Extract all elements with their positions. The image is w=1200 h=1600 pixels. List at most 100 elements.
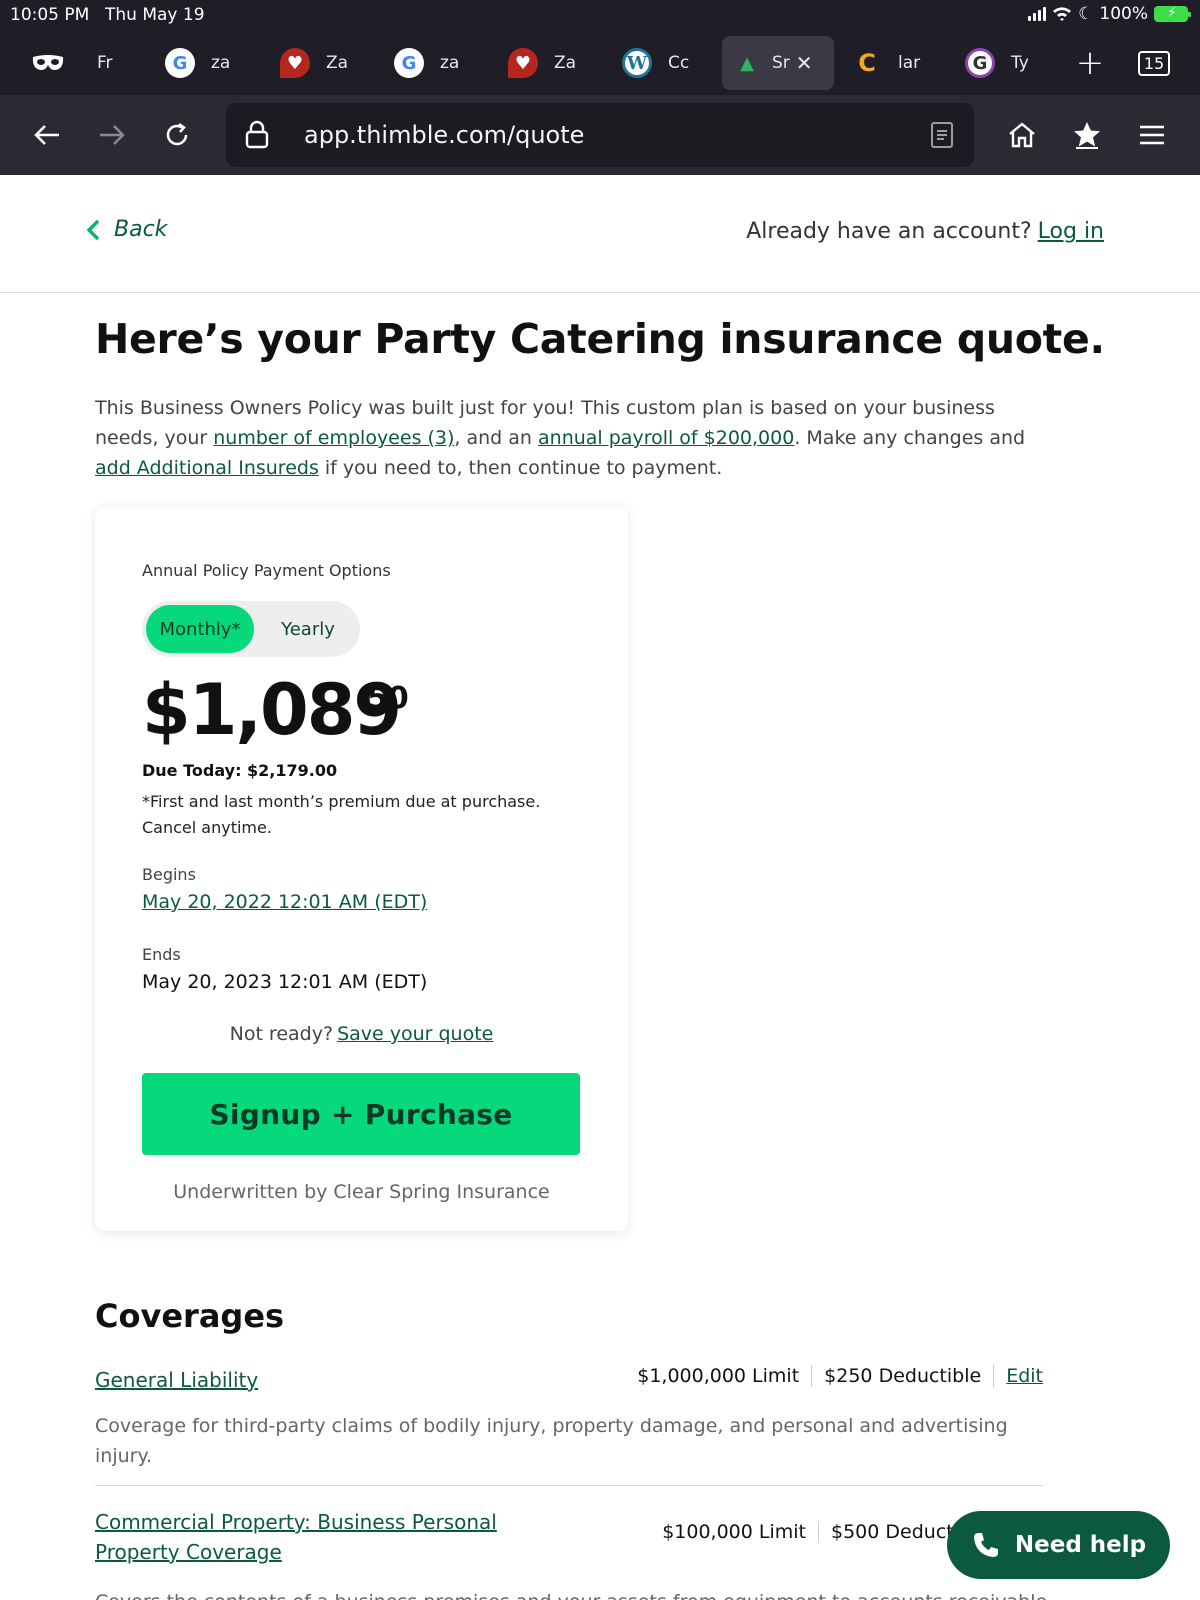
tab-6[interactable]: W Cc <box>622 36 689 90</box>
google-icon: G <box>394 48 424 78</box>
coverage-limit: $1,000,000 Limit <box>637 1365 800 1387</box>
battery-percent: 100% <box>1099 4 1148 24</box>
ends-date: May 20, 2023 12:01 AM (EDT) <box>142 971 428 993</box>
tab-count-button[interactable]: 15 <box>1136 36 1172 90</box>
tab-label: za <box>440 53 460 73</box>
status-indicators: ☾ 100% ⚡ <box>1028 4 1191 24</box>
signal-icon <box>1028 7 1047 21</box>
tab-8[interactable]: C lar <box>852 36 920 90</box>
status-date: Thu May 19 <box>105 5 205 25</box>
private-mask-icon[interactable] <box>28 36 68 90</box>
coverage-general-liability: General Liability $1,000,000 Limit $250 … <box>95 1365 1043 1475</box>
signup-purchase-button[interactable]: Signup + Purchase <box>142 1073 580 1155</box>
coverage-commercial-property: Commercial Property: Business Personal Pr… <box>95 1507 1053 1600</box>
due-today: Due Today: $2,179.00 <box>142 761 338 780</box>
back-arrow-icon[interactable] <box>27 115 67 155</box>
forward-arrow-icon[interactable] <box>92 115 132 155</box>
reload-icon[interactable] <box>157 115 197 155</box>
save-quote-link[interactable]: Save your quote <box>337 1023 493 1045</box>
url-bar[interactable]: app.thimble.com/quote <box>226 103 974 167</box>
need-help-label: Need help <box>1014 1532 1147 1558</box>
coverage-deductible: $500 Deducti <box>831 1521 959 1543</box>
back-link[interactable]: Back <box>86 217 167 242</box>
tab-4[interactable]: G za <box>394 36 459 90</box>
payment-frequency-toggle: Monthly* Yearly <box>142 601 360 657</box>
coverage-name-link[interactable]: General Liability <box>95 1365 258 1395</box>
intro-text: , and an <box>454 427 539 449</box>
google-g-icon: G <box>965 48 995 78</box>
tab-label: Sr <box>772 53 790 73</box>
need-help-button[interactable]: Need help <box>947 1511 1170 1579</box>
tab-7-active[interactable]: ▲ Sr ✕ <box>722 36 834 90</box>
tab-label: lar <box>898 53 921 73</box>
payroll-link[interactable]: annual payroll of $200,000 <box>538 427 794 449</box>
employees-link[interactable]: number of employees (3) <box>213 427 454 449</box>
tab-2[interactable]: G za <box>165 36 230 90</box>
intro-text: if you need to, then continue to payment… <box>318 457 723 479</box>
divider <box>818 1521 819 1543</box>
page-header: Back Already have an account? Log in <box>0 175 1200 293</box>
yearly-option[interactable]: Yearly <box>260 605 356 653</box>
wordpress-icon: W <box>622 48 652 78</box>
bookmark-star-icon[interactable] <box>1067 115 1107 155</box>
home-icon[interactable] <box>1002 115 1042 155</box>
colorful-c-icon: C <box>858 49 876 77</box>
menu-icon[interactable] <box>1132 115 1172 155</box>
tab-count: 15 <box>1137 50 1171 76</box>
save-quote-row: Not ready? Save your quote <box>95 1023 628 1045</box>
coverage-name-link[interactable]: Commercial Property: Business Personal Pr… <box>95 1507 497 1567</box>
account-prompt: Already have an account? Log in <box>746 219 1104 244</box>
price-cents: 50 <box>367 681 409 716</box>
chevron-left-icon <box>86 219 99 240</box>
browser-chrome: 10:05 PM Thu May 19 ☾ 100% ⚡ Fr G za ♥ Z… <box>0 0 1200 175</box>
status-bar: 10:05 PM Thu May 19 ☾ 100% ⚡ <box>0 0 1200 30</box>
tab-5[interactable]: ♥ Za <box>508 36 576 90</box>
coverage-name-line: Commercial Property: Business Personal <box>95 1510 497 1534</box>
tab-label: Fr <box>97 53 113 73</box>
coverage-name-line: Property Coverage <box>95 1540 282 1564</box>
reader-mode-icon[interactable] <box>930 121 954 149</box>
page-title: Here’s your Party Catering insurance quo… <box>95 315 1105 363</box>
moon-icon: ☾ <box>1078 4 1094 24</box>
tab-3[interactable]: ♥ Za <box>280 36 348 90</box>
tab-1[interactable]: Fr <box>97 36 113 90</box>
monthly-option[interactable]: Monthly* <box>146 605 254 653</box>
coverage-divider <box>95 1485 1043 1486</box>
tab-label: Za <box>554 53 577 73</box>
divider <box>811 1365 813 1387</box>
status-time: 10:05 PM <box>10 5 90 25</box>
edit-coverage-link[interactable]: Edit <box>1006 1365 1043 1387</box>
divider <box>993 1365 995 1387</box>
green-leaf-icon: ▲ <box>740 52 754 74</box>
red-heart-icon: ♥ <box>508 48 538 78</box>
intro-paragraph: This Business Owners Policy was built ju… <box>95 393 1055 483</box>
new-tab-icon[interactable]: + <box>1070 36 1110 90</box>
additional-insureds-link[interactable]: add Additional Insureds <box>95 457 319 479</box>
coverage-description: Covers the contents of a business premis… <box>95 1587 1053 1600</box>
close-tab-icon[interactable]: ✕ <box>796 51 813 75</box>
lock-icon <box>245 120 269 149</box>
login-link[interactable]: Log in <box>1038 219 1104 244</box>
wifi-icon <box>1053 7 1072 21</box>
back-label: Back <box>114 217 168 242</box>
premium-note-line: *First and last month’s premium due at p… <box>142 792 541 811</box>
quote-card: Annual Policy Payment Options Monthly* Y… <box>95 507 628 1231</box>
navigation-bar: app.thimble.com/quote <box>0 95 1200 175</box>
url-text: app.thimble.com/quote <box>304 121 585 149</box>
tab-label: Za <box>326 53 349 73</box>
tab-label: Ty <box>1011 53 1029 73</box>
tab-strip: Fr G za ♥ Za G za ♥ Za W Cc ▲ Sr ✕ C lar <box>0 36 1200 90</box>
google-icon: G <box>165 48 195 78</box>
payment-options-label: Annual Policy Payment Options <box>142 561 391 580</box>
tab-9[interactable]: G Ty <box>965 36 1029 90</box>
coverage-deductible: $250 Deductible <box>824 1365 982 1387</box>
page-content: Back Already have an account? Log in Here… <box>0 175 1200 1600</box>
price-amount: $1,089 <box>142 669 402 751</box>
battery-icon: ⚡ <box>1154 5 1191 22</box>
tab-label: za <box>211 53 231 73</box>
begins-date-link[interactable]: May 20, 2022 12:01 AM (EDT) <box>142 891 427 913</box>
begins-label: Begins <box>142 865 196 884</box>
red-heart-icon: ♥ <box>280 48 310 78</box>
tab-label: Cc <box>668 53 690 73</box>
coverages-heading: Coverages <box>95 1297 285 1335</box>
